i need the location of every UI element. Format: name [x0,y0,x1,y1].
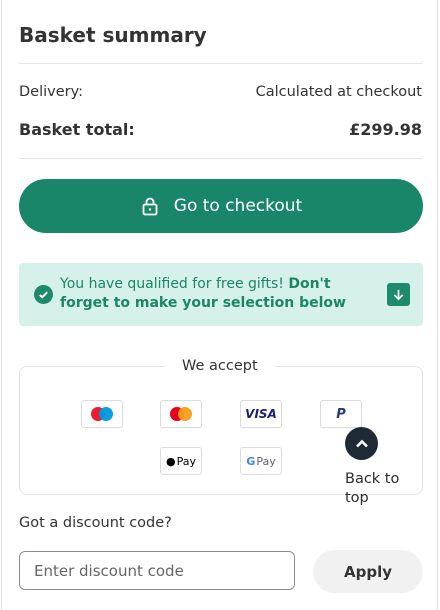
apply-discount-button[interactable]: Apply [313,550,423,593]
go-to-checkout-button[interactable]: Go to checkout [19,179,423,233]
delivery-row: Delivery: Calculated at checkout [19,84,422,100]
apple-logo-icon: ● [166,454,176,468]
visa-icon: VISA [240,400,282,428]
back-to-top-label: Back to top [345,471,400,506]
checkout-button-label: Go to checkout [173,196,303,216]
delivery-label: Delivery: [19,84,84,100]
basket-total-label: Basket total: [19,120,135,139]
delivery-value: Calculated at checkout [255,84,422,100]
mastercard-icon [160,400,202,428]
lock-icon [142,197,158,216]
google-pay-label: Pay [256,454,276,468]
free-gift-message: You have qualified for free gifts! Don't… [60,275,360,313]
divider [19,158,422,159]
back-to-top-button[interactable]: Back to top [345,427,425,508]
maestro-icon [81,400,123,428]
chevron-up-icon [345,427,378,460]
divider [19,63,422,64]
basket-total-value: £299.98 [349,120,422,139]
we-accept-label: We accept [165,358,275,374]
google-logo-icon: G [246,454,256,468]
basket-total-row: Basket total: £299.98 [19,120,422,139]
page-title: Basket summary [19,23,207,47]
apple-pay-icon: ● Pay [160,447,202,475]
free-gift-text: You have qualified for free gifts! [60,276,284,292]
check-circle-icon [34,285,53,304]
free-gift-banner: You have qualified for free gifts! Don't… [19,263,423,326]
arrow-down-icon[interactable] [387,283,410,306]
apple-pay-label: Pay [176,454,196,468]
google-pay-icon: G Pay [240,447,282,475]
discount-code-input[interactable] [19,551,295,590]
paypal-icon: P [320,400,362,428]
basket-summary-card: Basket summary Delivery: Calculated at c… [1,0,438,610]
discount-code-label: Got a discount code? [19,515,172,531]
